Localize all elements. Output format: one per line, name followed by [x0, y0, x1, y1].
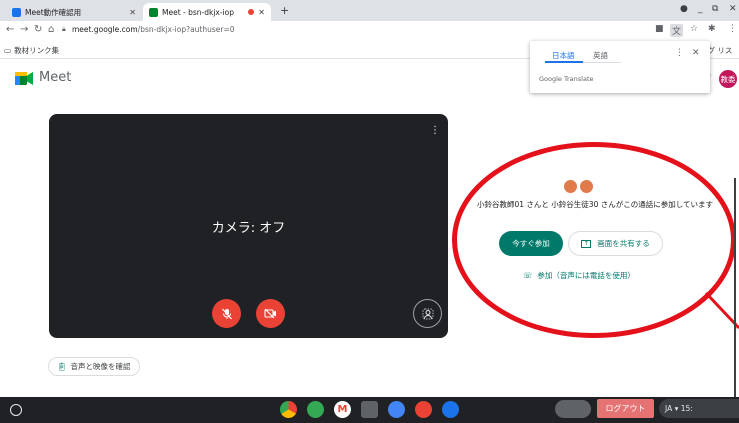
folder-icon: ▭ [4, 46, 12, 55]
preview-more-options-icon[interactable]: ⋮ [430, 125, 440, 136]
camera-in-use-icon[interactable]: ■ [655, 24, 664, 34]
profile-indicator-icon[interactable]: ● [680, 4, 688, 14]
camera-toggle-button[interactable] [256, 299, 285, 328]
gmail-icon[interactable]: M [334, 401, 351, 418]
translate-tab-japanese[interactable]: 日本語 [552, 50, 575, 61]
calendar-icon [12, 7, 21, 17]
translate-tab-indicator [545, 61, 583, 63]
background-effects-button[interactable] [413, 299, 442, 328]
close-window-icon[interactable]: ✕ [729, 4, 737, 14]
close-tab-icon[interactable]: ✕ [258, 8, 265, 17]
url-host: meet.google.com [72, 25, 138, 34]
docs-icon[interactable] [388, 401, 405, 418]
home-icon[interactable]: ⌂ [48, 24, 54, 35]
minimize-icon[interactable]: _ [698, 4, 703, 14]
translate-tab-english[interactable]: 英語 [593, 50, 608, 61]
meet-icon [149, 7, 158, 17]
tab-title: Meet - bsn-dkjx-iop [162, 7, 235, 17]
app-icon[interactable] [361, 401, 378, 418]
translate-brand: Google Translate [539, 75, 594, 83]
screen-capture-indicator[interactable] [555, 400, 591, 418]
restore-icon[interactable]: ⧉ [712, 4, 718, 14]
tab-meet-check[interactable]: Meet動作確認用 ✕ [6, 3, 142, 21]
more-options-icon[interactable]: ⋮ [675, 48, 684, 58]
launcher-icon[interactable] [10, 404, 22, 416]
mic-off-icon [221, 308, 232, 319]
youtube-icon[interactable] [415, 401, 432, 418]
reload-icon[interactable]: ↻ [34, 24, 42, 35]
chrome-icon[interactable] [280, 401, 297, 418]
translate-icon[interactable]: 文 [670, 24, 684, 37]
play-icon[interactable] [442, 401, 459, 418]
close-icon[interactable]: ✕ [692, 48, 700, 58]
tab-meet[interactable]: Meet - bsn-dkjx-iop ✕ [143, 3, 271, 21]
classroom-icon[interactable] [307, 401, 324, 418]
camera-off-icon [264, 308, 276, 319]
tab-title: Meet動作確認用 [25, 7, 82, 17]
camera-status: カメラ: オフ [211, 221, 286, 236]
meet-title: Meet [39, 70, 72, 85]
back-icon[interactable]: ← [6, 24, 14, 35]
microphone-toggle-button[interactable] [212, 299, 241, 328]
close-tab-icon[interactable]: ✕ [129, 8, 136, 17]
new-tab-button[interactable]: + [280, 4, 289, 17]
annotation-ellipse [452, 142, 736, 338]
recording-indicator-icon [248, 9, 255, 15]
visual-effects-icon [422, 308, 433, 319]
check-audio-video-label: 音声と映像を確認 [70, 362, 131, 371]
bookmark-folder-label: 教材リンク集 [14, 46, 60, 55]
clipboard-check-icon: 📋︎ [57, 362, 67, 371]
url-path: /bsn-dkjx-iop?authuser=0 [137, 25, 235, 34]
logout-button[interactable]: ログアウト [597, 399, 654, 418]
status-tray[interactable]: JA ▾ 15: [659, 399, 739, 418]
bookmark-folder[interactable]: ▭ 教材リンク集 [4, 45, 59, 56]
bookmark-star-icon[interactable]: ☆ [690, 24, 698, 34]
background-window-edge [734, 178, 739, 400]
avatar[interactable]: 教委 [719, 70, 737, 88]
address-bar[interactable]: meet.google.com/bsn-dkjx-iop?authuser=0 [72, 25, 235, 34]
forward-icon[interactable]: → [20, 24, 28, 35]
meet-logo-icon [15, 72, 33, 85]
check-audio-video-button[interactable]: 📋︎ 音声と映像を確認 [48, 357, 140, 376]
lock-icon[interactable]: 🔒︎ [62, 25, 66, 34]
extensions-icon[interactable]: ✱ [708, 24, 716, 34]
menu-icon[interactable]: ⋮ [728, 24, 737, 34]
